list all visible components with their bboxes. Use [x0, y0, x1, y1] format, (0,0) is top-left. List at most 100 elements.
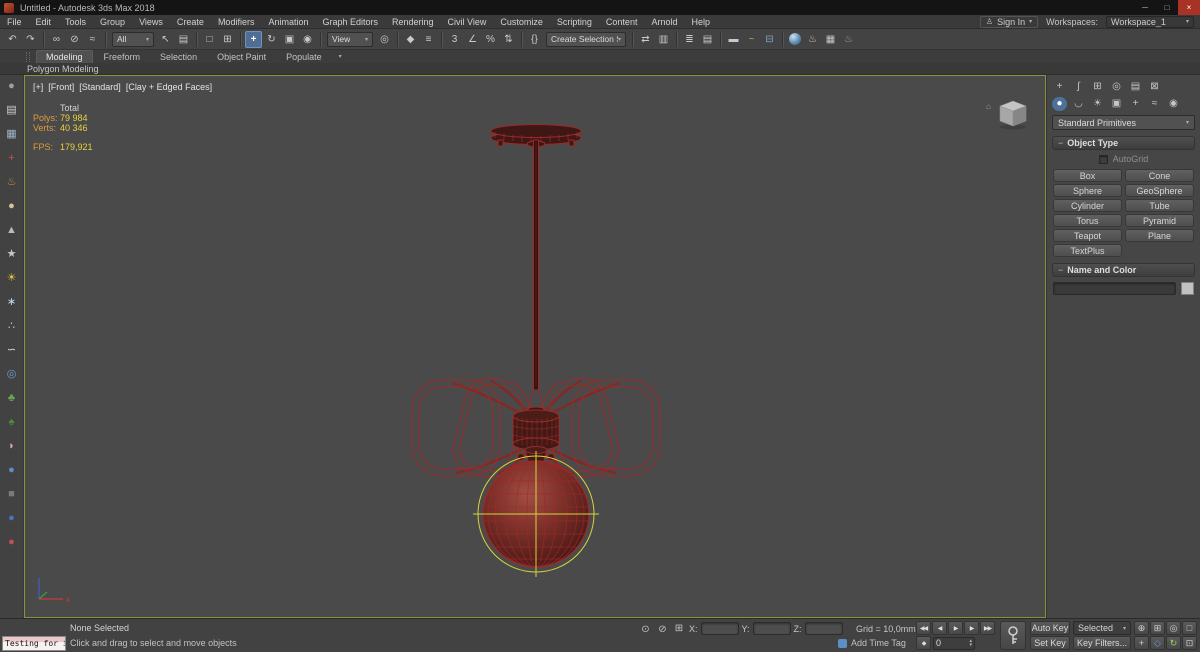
- maximize-viewport-icon[interactable]: ⊡: [1182, 636, 1197, 650]
- tab-freeform[interactable]: Freeform: [95, 50, 150, 63]
- go-to-end-icon[interactable]: ▶▶: [980, 621, 995, 635]
- menu-edit[interactable]: Edit: [29, 15, 59, 28]
- ribbon-toggle-icon[interactable]: ▬: [725, 31, 742, 48]
- axis-constraint-icon[interactable]: +: [4, 151, 19, 166]
- menu-arnold[interactable]: Arnold: [644, 15, 684, 28]
- menu-civil-view[interactable]: Civil View: [441, 15, 494, 28]
- teapot-button[interactable]: Teapot: [1053, 229, 1122, 242]
- teapot-icon[interactable]: ♨: [4, 175, 19, 190]
- tab-object-paint[interactable]: Object Paint: [208, 50, 275, 63]
- curve-editor-icon[interactable]: ~: [743, 31, 760, 48]
- selection-set-dropdown[interactable]: Selected ▾: [1073, 621, 1131, 635]
- menu-help[interactable]: Help: [684, 15, 717, 28]
- selection-lock-icon[interactable]: ⊘: [655, 622, 670, 636]
- select-object-icon[interactable]: ↖: [157, 31, 174, 48]
- menu-scripting[interactable]: Scripting: [550, 15, 599, 28]
- snowflake-icon[interactable]: ∗: [4, 295, 19, 310]
- bone-icon[interactable]: ∽: [4, 343, 19, 358]
- primitives-dropdown[interactable]: Standard Primitives ▾: [1052, 115, 1195, 130]
- marble-icon[interactable]: ●: [4, 511, 19, 526]
- target-icon[interactable]: ●: [4, 535, 19, 550]
- sphere-button[interactable]: Sphere: [1053, 184, 1122, 197]
- isolate-selection-icon[interactable]: ⊙: [638, 622, 653, 636]
- systems-category-icon[interactable]: ◉: [1166, 97, 1181, 111]
- frame-number-field[interactable]: 0 ▴ ▾: [933, 636, 975, 650]
- select-and-rotate-icon[interactable]: ↻: [263, 31, 280, 48]
- zoom-icon[interactable]: ⊕: [1134, 621, 1149, 635]
- modify-tab-icon[interactable]: ∫: [1071, 80, 1086, 94]
- shapes-category-icon[interactable]: ◡: [1071, 97, 1086, 111]
- snap-toggle-3d-icon[interactable]: 3: [446, 31, 463, 48]
- viewport-pov-menu[interactable]: [Front]: [48, 82, 74, 92]
- keyboard-override-icon[interactable]: ≡: [420, 31, 437, 48]
- tab-modeling[interactable]: Modeling: [36, 50, 93, 63]
- display-tab-icon[interactable]: ▤: [1128, 80, 1143, 94]
- select-by-name-icon[interactable]: ▤: [175, 31, 192, 48]
- material-editor-icon[interactable]: [789, 33, 801, 45]
- cone-button[interactable]: Cone: [1125, 169, 1194, 182]
- shell-icon[interactable]: ◗: [4, 439, 19, 454]
- z-coordinate-field[interactable]: [804, 622, 843, 635]
- torus-button[interactable]: Torus: [1053, 214, 1122, 227]
- menu-group[interactable]: Group: [93, 15, 132, 28]
- cameras-category-icon[interactable]: ▣: [1109, 97, 1124, 111]
- sign-in-button[interactable]: ♙ Sign In ▾: [979, 15, 1039, 28]
- selection-filter-dropdown[interactable]: All ▾: [112, 31, 154, 47]
- rollout-object-type[interactable]: − Object Type: [1052, 136, 1195, 150]
- menu-modifiers[interactable]: Modifiers: [211, 15, 262, 28]
- menu-animation[interactable]: Animation: [261, 15, 315, 28]
- viewport-standard-menu[interactable]: [Standard]: [79, 82, 121, 92]
- unlink-selection-icon[interactable]: ⊘: [66, 31, 83, 48]
- star-shape-icon[interactable]: ★: [4, 247, 19, 262]
- wheel-icon[interactable]: ◎: [4, 367, 19, 382]
- render-production-icon[interactable]: ♨: [840, 31, 857, 48]
- rendered-frame-window-icon[interactable]: ▦: [822, 31, 839, 48]
- x-coordinate-field[interactable]: [700, 622, 739, 635]
- maxscript-mini-listener[interactable]: Testing for i: [2, 636, 66, 651]
- schematic-view-icon[interactable]: ⊟: [761, 31, 778, 48]
- play-icon[interactable]: ▶: [948, 621, 963, 635]
- close-button[interactable]: ×: [1178, 0, 1200, 15]
- zoom-region-icon[interactable]: □: [1182, 621, 1197, 635]
- earth-icon[interactable]: ●: [4, 463, 19, 478]
- set-key-button[interactable]: Set Key: [1030, 636, 1070, 650]
- plane-button[interactable]: Plane: [1125, 229, 1194, 242]
- minimize-button[interactable]: ─: [1134, 0, 1156, 15]
- ribbon-options-icon[interactable]: ▾: [339, 53, 342, 60]
- reference-coordinate-dropdown[interactable]: View ▾: [327, 31, 373, 47]
- sphere-primitive-icon[interactable]: ●: [4, 199, 19, 214]
- create-tab-icon[interactable]: +: [1052, 80, 1067, 94]
- select-and-place-icon[interactable]: ◉: [299, 31, 316, 48]
- pan-icon[interactable]: +: [1134, 636, 1149, 650]
- cone-primitive-icon[interactable]: ▲: [4, 223, 19, 238]
- particles-icon[interactable]: ∴: [4, 319, 19, 334]
- hierarchy-tab-icon[interactable]: ⊞: [1090, 80, 1105, 94]
- foliage-icon[interactable]: ♣: [4, 391, 19, 406]
- walkthrough-icon[interactable]: ◇: [1150, 636, 1165, 650]
- select-and-link-icon[interactable]: ∞: [48, 31, 65, 48]
- menu-graph-editors[interactable]: Graph Editors: [315, 15, 385, 28]
- zoom-all-icon[interactable]: ⊞: [1150, 621, 1165, 635]
- menu-create[interactable]: Create: [170, 15, 211, 28]
- textplus-button[interactable]: TextPlus: [1053, 244, 1122, 257]
- viewport[interactable]: [+] [Front] [Standard] [Clay + Edged Faces]…: [24, 75, 1046, 618]
- auto-key-button[interactable]: Auto Key: [1030, 621, 1070, 635]
- angle-snap-icon[interactable]: ∠: [464, 31, 481, 48]
- previous-frame-icon[interactable]: ◀: [932, 621, 947, 635]
- utilities-tab-icon[interactable]: ⊠: [1147, 80, 1162, 94]
- tree-icon[interactable]: ♠: [4, 415, 19, 430]
- menu-content[interactable]: Content: [599, 15, 645, 28]
- set-keys-button[interactable]: [1000, 621, 1026, 650]
- ribbon-drag-handle[interactable]: [26, 51, 30, 62]
- select-and-scale-icon[interactable]: ▣: [281, 31, 298, 48]
- geosphere-button[interactable]: GeoSphere: [1125, 184, 1194, 197]
- menu-tools[interactable]: Tools: [58, 15, 93, 28]
- y-coordinate-field[interactable]: [752, 622, 791, 635]
- orbit-icon[interactable]: ↻: [1166, 636, 1181, 650]
- tab-selection[interactable]: Selection: [151, 50, 206, 63]
- cylinder-button[interactable]: Cylinder: [1053, 199, 1122, 212]
- rollout-name-and-color[interactable]: − Name and Color: [1052, 263, 1195, 277]
- edit-named-selections-icon[interactable]: {}: [526, 31, 543, 48]
- mirror-icon[interactable]: ⇄: [637, 31, 654, 48]
- align-icon[interactable]: ▥: [655, 31, 672, 48]
